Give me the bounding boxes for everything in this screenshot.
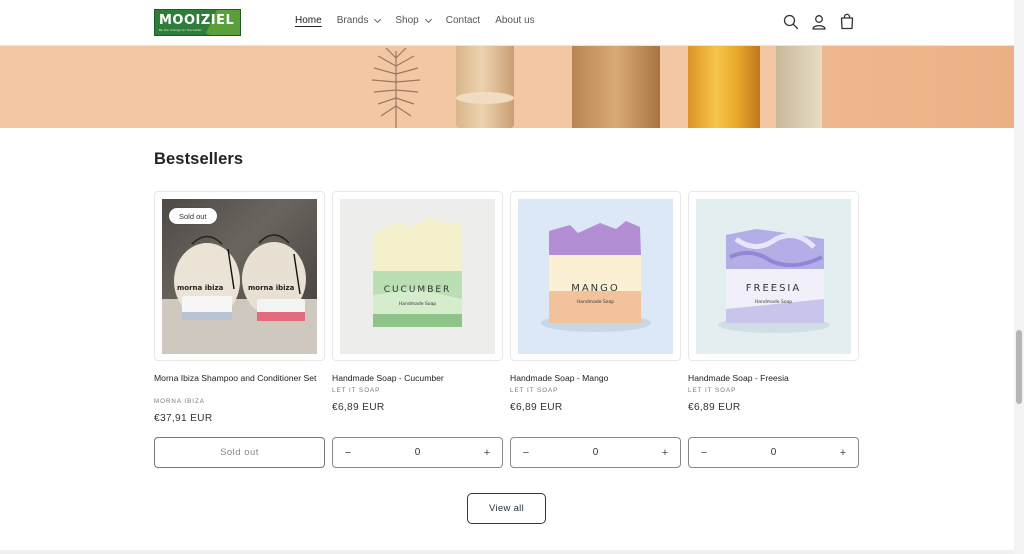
product-vendor: LET IT SOAP bbox=[510, 387, 559, 394]
site-logo[interactable]: MOOIZIEL Be the change for the better bbox=[154, 9, 241, 36]
nav-shop-label: Shop bbox=[395, 15, 419, 26]
product-card[interactable]: CUCUMBER Handmade Soap bbox=[332, 191, 503, 361]
account-icon[interactable] bbox=[810, 13, 828, 31]
pampas-grass-decoration bbox=[371, 47, 421, 128]
sold-out-button[interactable]: Sold out bbox=[154, 437, 325, 468]
quantity-stepper: − 0 + bbox=[332, 437, 503, 468]
section-divider bbox=[0, 550, 1014, 554]
product-price: €6,89 EUR bbox=[332, 402, 385, 413]
increase-quantity-button[interactable]: + bbox=[472, 438, 502, 467]
soap-label-name: CUCUMBER bbox=[383, 285, 452, 295]
product-vendor: LET IT SOAP bbox=[332, 387, 381, 394]
nav-brands[interactable]: Brands bbox=[336, 15, 382, 26]
soap-label-name: FREESIA bbox=[745, 283, 802, 294]
product-card[interactable]: MANGO Handmade Soap bbox=[510, 191, 681, 361]
decrease-quantity-button[interactable]: − bbox=[333, 438, 363, 467]
chevron-down-icon bbox=[374, 15, 382, 23]
nav-about[interactable]: About us bbox=[495, 15, 534, 26]
nav-shop[interactable]: Shop bbox=[395, 15, 432, 26]
product-vendor: LET IT SOAP bbox=[688, 387, 737, 394]
wooden-block bbox=[572, 46, 660, 128]
product-image-text: morna ibiza bbox=[177, 284, 224, 292]
increase-quantity-button[interactable]: + bbox=[828, 438, 858, 467]
product-photo bbox=[541, 221, 651, 332]
soap-label-subtext: Handmade Soap bbox=[576, 300, 615, 305]
quantity-value[interactable]: 0 bbox=[593, 447, 599, 458]
view-all-button[interactable]: View all bbox=[467, 493, 546, 524]
cart-icon[interactable] bbox=[838, 13, 856, 31]
product-price: €6,89 EUR bbox=[688, 402, 741, 413]
product-image[interactable]: CUCUMBER Handmade Soap bbox=[340, 199, 495, 354]
soap-label-name: MANGO bbox=[571, 283, 620, 294]
quantity-stepper: − 0 + bbox=[688, 437, 859, 468]
product-image-text: morna ibiza bbox=[248, 284, 295, 292]
nav-contact-label: Contact bbox=[445, 15, 481, 26]
logo-text: MOOIZIEL bbox=[159, 12, 235, 28]
product-image[interactable]: FREESIA Handmade Soap bbox=[696, 199, 851, 354]
product-vendor: MORNA IBIZA bbox=[154, 398, 205, 405]
quantity-value[interactable]: 0 bbox=[415, 447, 421, 458]
quantity-stepper: − 0 + bbox=[510, 437, 681, 468]
sold-out-badge: Sold out bbox=[169, 208, 217, 224]
product-card[interactable]: Sold out morna ibiza morna ibiza bbox=[154, 191, 325, 361]
decrease-quantity-button[interactable]: − bbox=[689, 438, 719, 467]
search-icon[interactable] bbox=[782, 13, 800, 31]
oil-bottle bbox=[688, 46, 760, 128]
nav-about-label: About us bbox=[495, 15, 535, 26]
chevron-down-icon bbox=[424, 15, 432, 23]
product-title[interactable]: Morna Ibiza Shampoo and Conditioner Set bbox=[154, 373, 326, 384]
product-title[interactable]: Handmade Soap - Mango bbox=[510, 373, 682, 384]
product-photo bbox=[718, 229, 830, 333]
wooden-stand bbox=[776, 46, 822, 128]
product-price: €6,89 EUR bbox=[510, 402, 563, 413]
product-photo bbox=[373, 217, 462, 327]
scrollbar-thumb[interactable] bbox=[1016, 330, 1022, 404]
product-card[interactable]: FREESIA Handmade Soap bbox=[688, 191, 859, 361]
quantity-value[interactable]: 0 bbox=[771, 447, 777, 458]
section-title: Bestsellers bbox=[154, 150, 244, 168]
page-scrollbar[interactable] bbox=[1014, 0, 1024, 554]
main-nav: Home Brands Shop Contact About us bbox=[295, 15, 550, 26]
soap-label-subtext: Handmade Soap bbox=[754, 300, 793, 305]
hero-banner-image bbox=[0, 46, 1014, 128]
logo-tagline: Be the change for the better bbox=[159, 27, 202, 32]
nav-contact[interactable]: Contact bbox=[446, 15, 480, 26]
wooden-cylinder-top bbox=[456, 92, 514, 104]
increase-quantity-button[interactable]: + bbox=[650, 438, 680, 467]
soap-label-subtext: Handmade Soap bbox=[398, 302, 437, 307]
nav-home[interactable]: Home bbox=[295, 15, 322, 26]
nav-home-label: Home bbox=[295, 15, 322, 26]
site-header: MOOIZIEL Be the change for the better Ho… bbox=[0, 0, 1014, 46]
wooden-cylinder bbox=[456, 46, 514, 128]
product-image[interactable]: MANGO Handmade Soap bbox=[518, 199, 673, 354]
product-title[interactable]: Handmade Soap - Freesia bbox=[688, 373, 860, 384]
product-title[interactable]: Handmade Soap - Cucumber bbox=[332, 373, 504, 384]
product-price: €37,91 EUR bbox=[154, 413, 213, 424]
decrease-quantity-button[interactable]: − bbox=[511, 438, 541, 467]
nav-brands-label: Brands bbox=[336, 15, 369, 26]
